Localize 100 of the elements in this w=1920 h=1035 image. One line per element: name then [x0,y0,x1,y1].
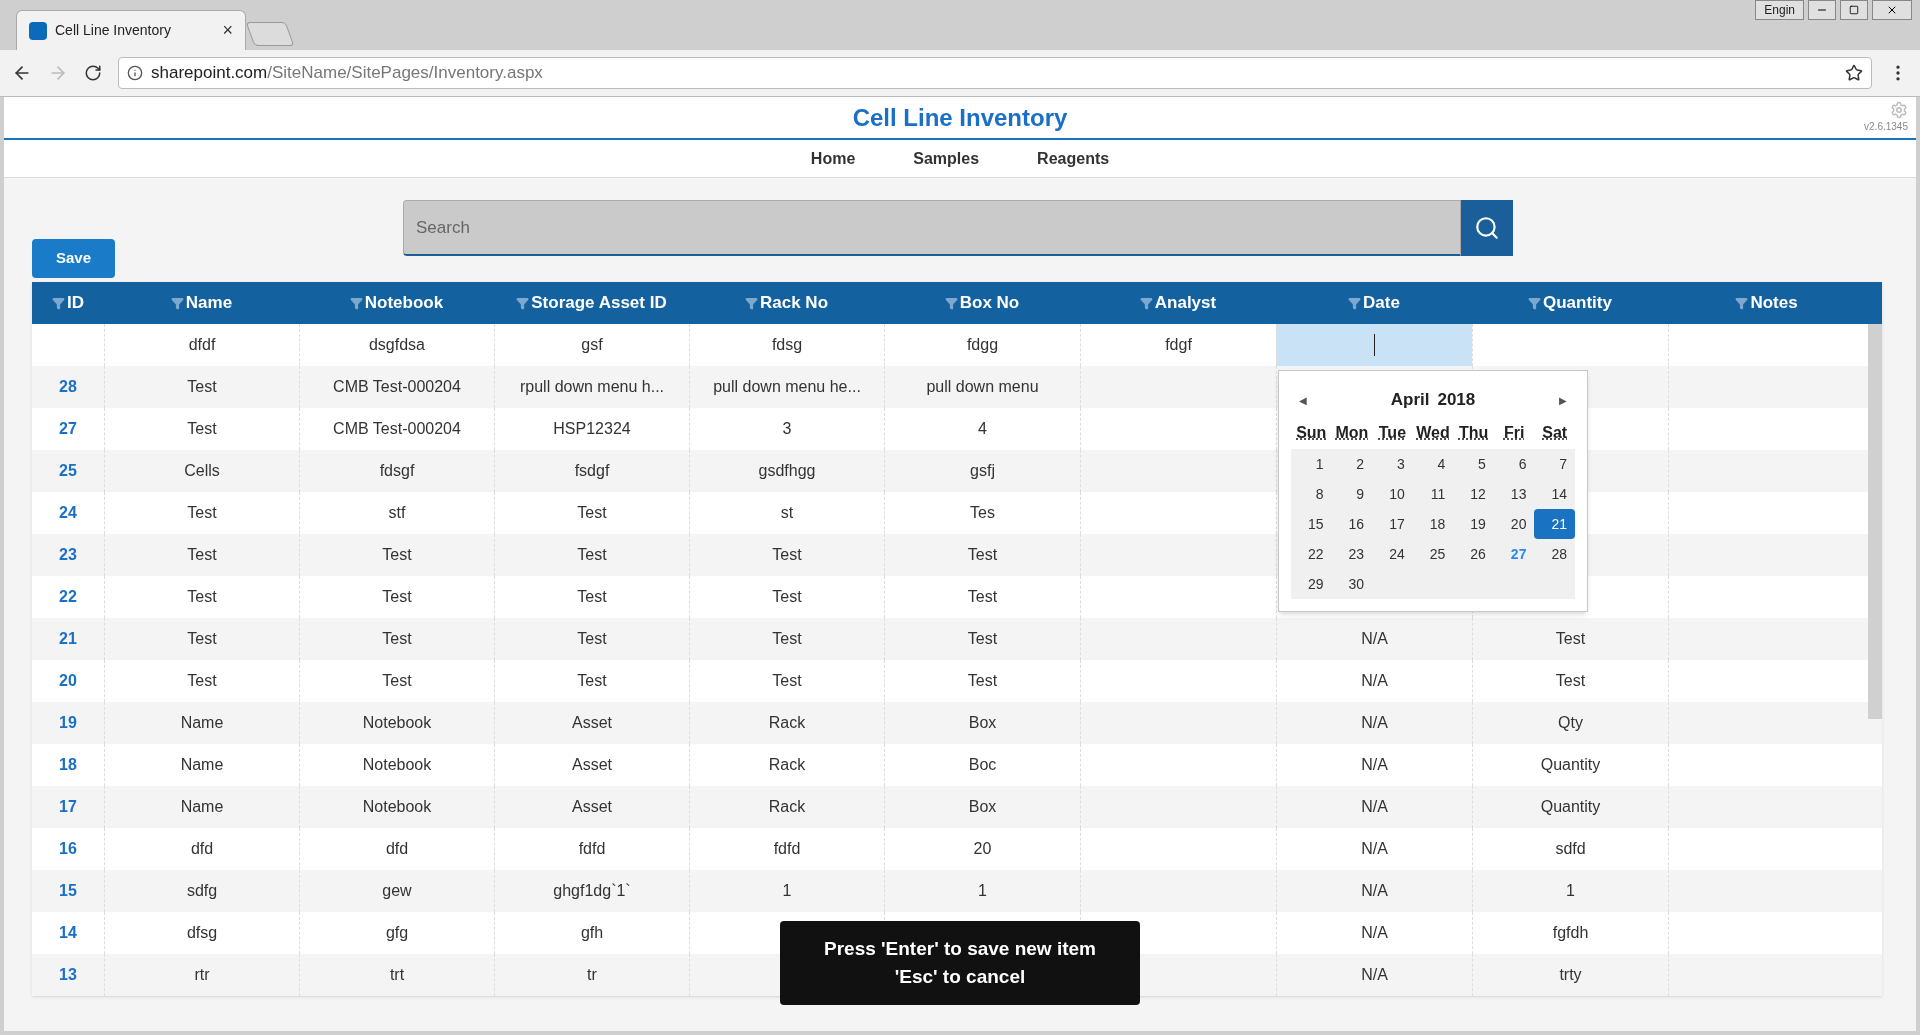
save-button[interactable]: Save [32,239,115,278]
calendar-day[interactable]: 10 [1372,479,1413,509]
calendar-day[interactable]: 24 [1372,539,1413,569]
row-id-link[interactable]: 20 [59,669,77,693]
calendar-day[interactable]: 2 [1331,449,1373,479]
calendar-day[interactable]: 11 [1412,479,1454,509]
search-button[interactable] [1461,200,1513,256]
calendar-day[interactable]: 1 [1291,449,1332,479]
calendar-day[interactable]: 3 [1372,449,1413,479]
table-cell-text: N/A [1361,797,1388,817]
calendar-day[interactable]: 19 [1453,509,1494,539]
column-header[interactable]: Date [1276,282,1472,324]
row-id-link[interactable]: 28 [59,375,77,399]
row-id-link[interactable]: 21 [59,627,77,651]
column-header[interactable]: Storage Asset ID [494,282,689,324]
table-cell-text: Test [382,545,412,565]
scrollbar[interactable] [1868,324,1882,719]
row-id-link[interactable]: 18 [59,753,77,777]
column-header[interactable]: ID [32,282,104,324]
minimize-button[interactable] [1808,0,1836,20]
calendar-day[interactable]: 12 [1453,479,1494,509]
calendar-day[interactable]: 4 [1412,449,1454,479]
maximize-icon [1849,5,1859,15]
table-cell-text: 1 [1566,881,1575,901]
calendar-day[interactable]: 14 [1534,479,1575,509]
calendar-day[interactable]: 28 [1534,539,1575,569]
calendar-day[interactable]: 23 [1331,539,1373,569]
column-header[interactable]: Notes [1668,282,1865,324]
row-id-link[interactable]: 22 [59,585,77,609]
table-cell-text: dfsg [186,923,218,943]
calendar-day[interactable]: 16 [1331,509,1373,539]
table-cell-text: sdfg [186,881,218,901]
column-header[interactable]: Name [104,282,299,324]
table-cell-text: 20 [973,839,992,859]
table-cell-text: dsgfdsa [368,335,425,355]
row-id-link[interactable]: 13 [59,963,77,987]
nav-link[interactable]: Samples [913,146,980,171]
table-cell-text: stf [388,503,406,523]
row-id-link[interactable]: 23 [59,543,77,567]
calendar-day[interactable]: 26 [1453,539,1494,569]
calendar-day[interactable]: 30 [1331,569,1373,599]
table-cell-text: fdfd [773,839,801,859]
row-id-link[interactable]: 15 [59,879,77,903]
column-header[interactable]: Notebook [299,282,494,324]
column-header[interactable]: Quantity [1472,282,1668,324]
table-cell-text: fsdgf [574,461,610,481]
calendar-day[interactable]: 20 [1493,509,1535,539]
calendar-day[interactable]: 9 [1331,479,1373,509]
calendar-day[interactable]: 6 [1493,449,1535,479]
filter-icon [349,296,363,310]
row-id-link[interactable]: 27 [59,417,77,441]
version-label: v2.6.1345 [1864,120,1908,134]
calendar-day[interactable]: 15 [1291,509,1332,539]
table-cell-text: N/A [1361,923,1388,943]
table-cell-text: Name [180,797,224,817]
row-id-link[interactable]: 24 [59,501,77,525]
row-id-link[interactable]: 14 [59,921,77,945]
row-id-link[interactable]: 16 [59,837,77,861]
calendar-day[interactable]: 17 [1372,509,1413,539]
previous-month-button[interactable]: ◀ [1299,392,1307,408]
next-month-button[interactable]: ▶ [1559,392,1567,408]
column-header[interactable]: Rack No [689,282,884,324]
row-id-link[interactable]: 25 [59,459,77,483]
address-bar[interactable]: sharepoint.com/SiteName/SitePages/Inventory.aspx [118,57,1872,89]
toast-message: Press 'Enter' to save new item 'Esc' to cancel [780,921,1140,1005]
table-cell-text: Test [187,419,217,439]
nav-link[interactable]: Home [810,146,856,171]
calendar-day[interactable]: 18 [1412,509,1454,539]
calendar-day[interactable]: 21 [1534,509,1575,539]
table-cell-text: st [780,503,794,523]
table-cell-text: Rack [768,797,806,817]
calendar-day[interactable]: 5 [1453,449,1494,479]
nav-link[interactable]: Reagents [1037,146,1110,171]
calendar-day[interactable]: 22 [1291,539,1332,569]
table-cell-text: Test [187,503,217,523]
row-id-link[interactable]: 17 [59,795,77,819]
table-cell-text: fdsgf [379,461,415,481]
column-header[interactable]: Analyst [1080,282,1276,324]
tab-close-button[interactable]: × [222,17,233,44]
calendar-year[interactable]: 2018 [1437,387,1476,413]
filter-icon [52,296,65,310]
reload-icon[interactable] [84,64,102,82]
language-button[interactable]: Engin [1755,0,1804,20]
column-header[interactable]: Box No [884,282,1080,324]
calendar-month[interactable]: April [1390,387,1430,413]
table-cell-text: Test [967,587,998,607]
row-id-link[interactable]: 19 [59,711,77,735]
close-window-button[interactable] [1872,0,1912,20]
browser-tab[interactable]: Cell Line Inventory × [16,10,246,50]
maximize-button[interactable] [1840,0,1868,20]
table-cell-text: N/A [1361,965,1388,985]
calendar-day[interactable]: 25 [1412,539,1454,569]
calendar-day[interactable]: 8 [1291,479,1332,509]
table-cell-text: rtr [194,965,210,985]
search-field[interactable]: Search [403,200,1461,256]
calendar-day[interactable]: 7 [1534,449,1575,479]
bookmark-star-icon[interactable] [1845,64,1863,82]
calendar-day[interactable]: 29 [1291,569,1332,599]
calendar-day[interactable]: 13 [1493,479,1535,509]
table-cell-text: Qty [1558,713,1583,733]
